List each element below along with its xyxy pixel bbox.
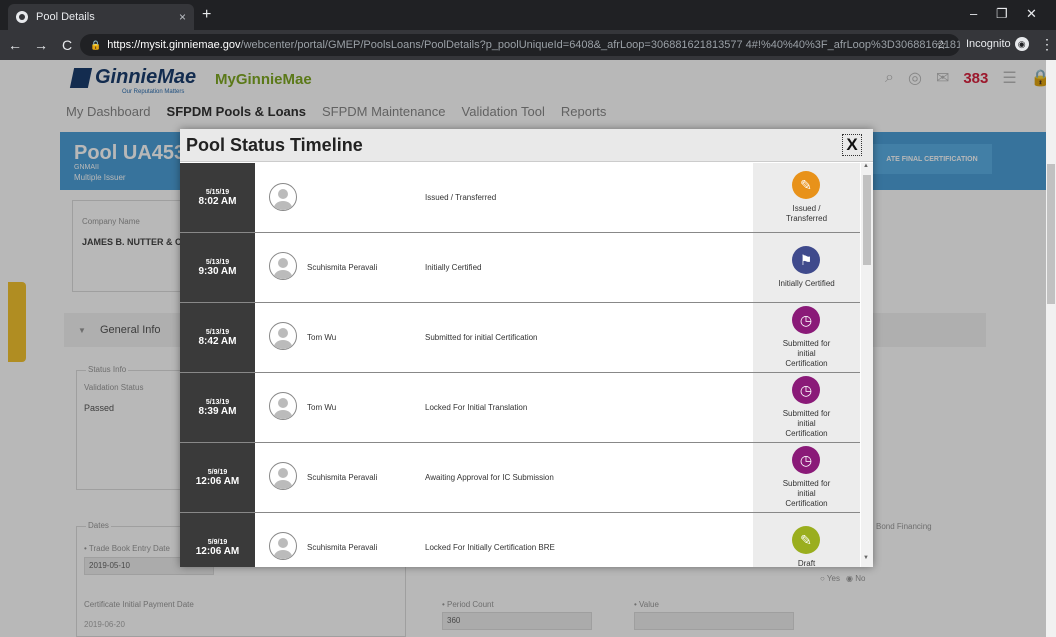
reload-button[interactable]: C [56, 37, 78, 53]
status-icon: ⚑ [792, 246, 820, 274]
lock-icon: 🔒 [90, 39, 102, 50]
timeline-action: Awaiting Approval for IC Submission [425, 473, 554, 482]
timeline-status: ◷ Submitted for initial Certification [753, 303, 860, 372]
timeline-date-time: 9:30 AM [198, 265, 237, 277]
status-label: Draft [797, 559, 816, 567]
status-label: Issued / [792, 204, 821, 213]
timeline-row: 5/9/19 12:06 AM Scuhismita Peravali Locked … [180, 513, 860, 567]
tab-title: Pool Details [36, 11, 95, 23]
timeline-row: 5/15/19 8:02 AM Issued / Transferred ✎ Issue… [180, 163, 860, 233]
minimize-button[interactable]: – [970, 6, 977, 21]
timeline-action: Locked For Initial Translation [425, 403, 528, 412]
browser-menu-icon[interactable]: ⋮ [1040, 36, 1054, 53]
status-icon: ✎ [792, 526, 820, 554]
timeline-action: Initially Certified [425, 263, 482, 272]
status-label: initial [797, 349, 816, 358]
url-path: /webcenter/portal/GMEP/PoolsLoans/PoolDe… [240, 39, 960, 51]
timeline-user: Tom Wu [307, 403, 337, 412]
status-icon: ✎ [792, 171, 820, 199]
status-label: Certification [785, 429, 828, 438]
page-scrollbar[interactable] [1046, 60, 1056, 637]
timeline-date: 5/13/19 8:39 AM [180, 373, 255, 442]
timeline-date: 5/15/19 8:02 AM [180, 163, 255, 232]
pool-status-timeline-modal: Pool Status Timeline X 5/15/19 8:02 AM Iss… [180, 129, 873, 567]
incognito-indicator[interactable]: Incognito ◉ [966, 37, 1029, 51]
user-avatar-icon [269, 252, 297, 280]
scroll-down-icon[interactable]: ▼ [863, 555, 869, 561]
forward-button[interactable]: → [30, 37, 52, 53]
timeline-action: Submitted for initial Certification [425, 333, 538, 342]
timeline-date-day: 5/13/19 [205, 258, 230, 266]
page-scrollbar-thumb[interactable] [1047, 164, 1055, 304]
timeline-date-day: 5/9/19 [207, 468, 228, 476]
timeline-date: 5/13/19 8:42 AM [180, 303, 255, 372]
url-host: https://mysit.ginniemae.gov [107, 39, 241, 51]
timeline-list: 5/15/19 8:02 AM Issued / Transferred ✎ Issue… [180, 163, 860, 567]
tab-close-button[interactable]: × [179, 10, 186, 24]
timeline-user: Tom Wu [307, 333, 337, 342]
status-label: initial [797, 489, 816, 498]
timeline-date-day: 5/15/19 [205, 188, 230, 196]
timeline-status: ✎ Draft [753, 513, 860, 567]
timeline-user: Scuhismita Peravali [307, 263, 378, 272]
bookmark-star-icon[interactable]: ☆ [936, 38, 947, 52]
timeline-status: ⚑ Initially Certified [753, 233, 860, 302]
timeline-date: 5/13/19 9:30 AM [180, 233, 255, 302]
timeline-date-time: 12:06 AM [195, 545, 240, 557]
timeline-date-time: 8:42 AM [198, 335, 237, 347]
timeline-date-day: 5/13/19 [205, 328, 230, 336]
timeline-action: Issued / Transferred [425, 193, 497, 202]
browser-tab-bar: Pool Details × + – ❐ ✕ [0, 0, 1056, 30]
timeline-date-day: 5/13/19 [205, 398, 230, 406]
status-label: initial [797, 419, 816, 428]
timeline-user: Scuhismita Peravali [307, 473, 378, 482]
back-button[interactable]: ← [4, 37, 26, 53]
modal-scrollbar[interactable]: ▲ ▼ [861, 163, 873, 567]
scroll-up-icon[interactable]: ▲ [863, 163, 869, 169]
modal-header: Pool Status Timeline X [180, 129, 873, 162]
timeline-date-time: 8:39 AM [198, 405, 237, 417]
user-avatar-icon [269, 322, 297, 350]
timeline-status: ◷ Submitted for initial Certification [753, 443, 860, 512]
browser-tab[interactable]: Pool Details × [8, 4, 194, 30]
timeline-status: ◷ Submitted for initial Certification [753, 373, 860, 442]
timeline-date: 5/9/19 12:06 AM [180, 443, 255, 512]
restore-button[interactable]: ❐ [996, 6, 1008, 22]
address-bar: ← → C 🔒 https://mysit.ginniemae.gov /web… [0, 30, 1056, 60]
status-label: Initially Certified [778, 279, 835, 288]
globe-icon [16, 11, 28, 23]
status-icon: ◷ [792, 446, 820, 474]
incognito-label: Incognito [966, 38, 1011, 50]
status-label: Certification [785, 359, 828, 368]
modal-scrollbar-thumb[interactable] [863, 175, 871, 265]
url-input[interactable]: 🔒 https://mysit.ginniemae.gov /webcenter… [80, 34, 960, 56]
status-icon: ◷ [792, 376, 820, 404]
user-avatar-icon [269, 532, 297, 560]
timeline-date-time: 8:02 AM [198, 195, 237, 207]
user-avatar-icon [269, 183, 297, 211]
user-avatar-icon [269, 392, 297, 420]
window-close-button[interactable]: ✕ [1026, 6, 1037, 22]
timeline-row: 5/13/19 8:42 AM Tom Wu Submitted for initia… [180, 303, 860, 373]
user-avatar-icon [269, 462, 297, 490]
status-label: Submitted for [782, 339, 831, 348]
timeline-date-time: 12:06 AM [195, 475, 240, 487]
timeline-row: 5/9/19 12:06 AM Scuhismita Peravali Awaitin… [180, 443, 860, 513]
status-label: Certification [785, 499, 828, 508]
status-label: Transferred [785, 214, 828, 223]
status-label: Submitted for [782, 409, 831, 418]
timeline-date-day: 5/9/19 [207, 538, 228, 546]
timeline-row: 5/13/19 8:39 AM Tom Wu Locked For Initial T… [180, 373, 860, 443]
status-label: Submitted for [782, 479, 831, 488]
timeline-user: Scuhismita Peravali [307, 543, 378, 552]
timeline-row: 5/13/19 9:30 AM Scuhismita Peravali Initial… [180, 233, 860, 303]
status-icon: ◷ [792, 306, 820, 334]
new-tab-button[interactable]: + [202, 6, 211, 24]
modal-title: Pool Status Timeline [186, 135, 363, 155]
timeline-action: Locked For Initially Certification BRE [425, 543, 555, 552]
modal-close-button[interactable]: X [842, 134, 862, 156]
incognito-icon: ◉ [1014, 37, 1029, 51]
timeline-status: ✎ Issued / Transferred [753, 163, 860, 232]
timeline-date: 5/9/19 12:06 AM [180, 513, 255, 567]
